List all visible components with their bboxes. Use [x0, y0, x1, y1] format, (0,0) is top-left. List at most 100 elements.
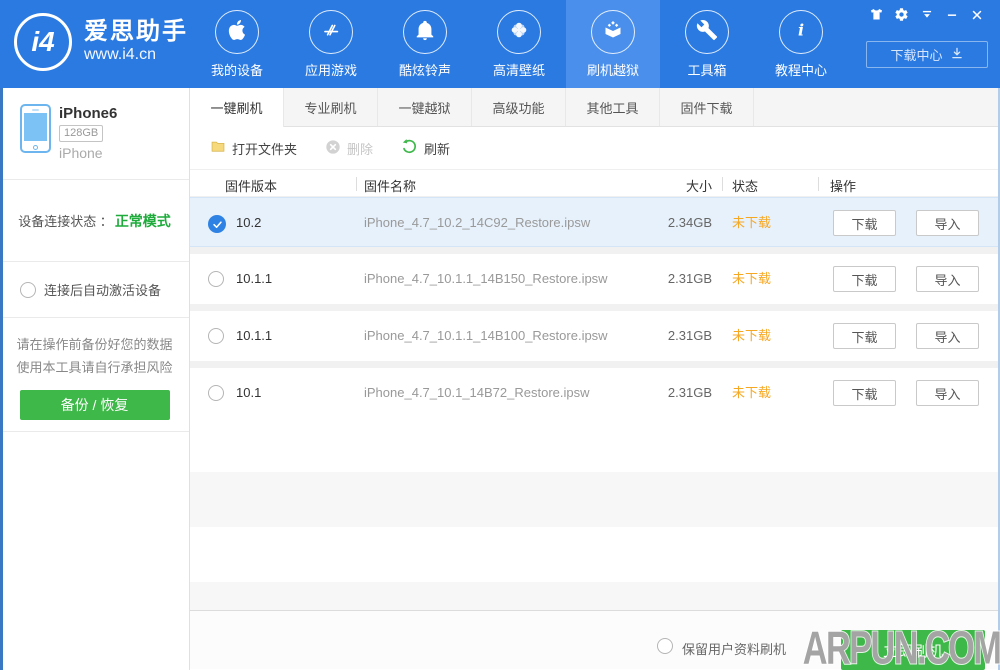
empty-area	[190, 425, 1000, 472]
auto-activate-label: 连接后自动激活设备	[44, 280, 161, 299]
info-icon: i	[789, 18, 813, 47]
warning-line-2: 使用本工具请自行承担风险	[0, 356, 189, 379]
nav-label: 高清壁纸	[493, 60, 545, 79]
folder-icon	[210, 139, 226, 157]
firmware-size: 2.31GB	[620, 254, 712, 304]
import-button[interactable]: 导入	[916, 266, 979, 292]
nav-item-tutorials[interactable]: i 教程中心	[754, 0, 848, 88]
toolbox-icon	[696, 19, 718, 46]
download-button[interactable]: 下载	[833, 210, 896, 236]
firmware-filename: iPhone_4.7_10.1_14B72_Restore.ipsw	[364, 368, 590, 418]
empty-area	[190, 527, 1000, 582]
column-header-version: 固件版本	[225, 176, 277, 195]
firmware-row[interactable]: 10.1.1 iPhone_4.7_10.1.1_14B150_Restore.…	[190, 254, 1000, 304]
firmware-radio[interactable]	[208, 385, 224, 401]
svg-text:i: i	[798, 20, 804, 39]
apple-icon	[225, 18, 249, 47]
download-center-button[interactable]: 下载中心	[866, 41, 988, 68]
nav-item-wallpapers[interactable]: 高清壁纸	[472, 0, 566, 88]
table-header: 固件版本 固件名称 大小 状态 操作	[190, 169, 1000, 197]
nav-item-flash-jailbreak[interactable]: 刷机越狱	[566, 0, 660, 88]
firmware-row[interactable]: 10.1 iPhone_4.7_10.1_14B72_Restore.ipsw …	[190, 368, 1000, 418]
window-controls	[869, 7, 984, 22]
flash-now-button[interactable]: 立即刷机	[841, 630, 985, 670]
nav-label: 工具箱	[687, 60, 726, 79]
delete-label: 删除	[347, 139, 373, 158]
main-content: 一键刷机 专业刷机 一键越狱 高级功能 其他工具 固件下载 打开文件夹 删除 刷…	[190, 88, 1000, 670]
bell-icon	[414, 19, 436, 46]
sidebar: iPhone6 128GB iPhone 设备连接状态 ： 正常模式 连接后自动…	[0, 88, 190, 670]
tab-bar: 一键刷机 专业刷机 一键越狱 高级功能 其他工具 固件下载	[190, 88, 1000, 127]
firmware-status: 未下载	[732, 254, 771, 304]
firmware-radio-selected[interactable]	[208, 215, 226, 233]
import-button[interactable]: 导入	[916, 210, 979, 236]
download-button[interactable]: 下载	[833, 323, 896, 349]
device-panel: iPhone6 128GB iPhone	[0, 88, 189, 180]
firmware-radio[interactable]	[208, 328, 224, 344]
firmware-filename: iPhone_4.7_10.1.1_14B150_Restore.ipsw	[364, 254, 608, 304]
auto-activate-radio[interactable]	[20, 282, 36, 298]
refresh-icon	[401, 138, 418, 158]
device-model: iPhone	[59, 145, 117, 161]
refresh-label: 刷新	[424, 139, 450, 158]
skin-icon[interactable]	[869, 7, 884, 22]
column-divider	[818, 177, 819, 191]
minimize-icon[interactable]	[944, 7, 959, 22]
app-title: 爱思助手	[84, 19, 188, 45]
firmware-size: 2.34GB	[620, 198, 712, 248]
auto-activate-option[interactable]: 连接后自动激活设备	[0, 262, 189, 318]
column-header-status: 状态	[732, 176, 758, 195]
appstore-icon	[319, 18, 343, 47]
window-frame-left	[0, 88, 3, 670]
nav-item-my-devices[interactable]: 我的设备	[190, 0, 284, 88]
tab-one-key-jailbreak[interactable]: 一键越狱	[378, 88, 472, 126]
empty-area	[190, 582, 1000, 610]
nav-item-apps-games[interactable]: 应用游戏	[284, 0, 378, 88]
import-button[interactable]: 导入	[916, 323, 979, 349]
toolbar: 打开文件夹 删除 刷新	[190, 127, 1000, 169]
logo-i4-icon: i4	[14, 13, 72, 71]
firmware-size: 2.31GB	[620, 311, 712, 361]
warning-panel: 请在操作前备份好您的数据 使用本工具请自行承担风险 备份 / 恢复	[0, 318, 189, 432]
nav-item-toolbox[interactable]: 工具箱	[660, 0, 754, 88]
firmware-size: 2.31GB	[620, 368, 712, 418]
wallpaper-icon	[507, 18, 531, 47]
download-button[interactable]: 下载	[833, 380, 896, 406]
firmware-radio[interactable]	[208, 271, 224, 287]
device-name: iPhone6	[59, 105, 117, 122]
menu-icon[interactable]	[919, 7, 934, 22]
tab-one-key-flash[interactable]: 一键刷机	[190, 88, 284, 127]
tab-other-tools[interactable]: 其他工具	[566, 88, 660, 126]
column-divider	[722, 177, 723, 191]
firmware-row[interactable]: 10.2 iPhone_4.7_10.2_14C92_Restore.ipsw …	[190, 197, 1000, 247]
firmware-list: 10.2 iPhone_4.7_10.2_14C92_Restore.ipsw …	[190, 197, 1000, 418]
nav-label: 教程中心	[775, 60, 827, 79]
tab-firmware-download[interactable]: 固件下载	[660, 88, 754, 126]
backup-restore-button[interactable]: 备份 / 恢复	[20, 390, 170, 420]
column-header-actions: 操作	[830, 176, 856, 195]
keep-user-data-label: 保留用户资料刷机	[682, 639, 786, 658]
iphone-icon	[20, 104, 51, 153]
download-button[interactable]: 下载	[833, 266, 896, 292]
firmware-version: 10.1.1	[236, 311, 272, 361]
close-icon[interactable]	[969, 7, 984, 22]
keep-user-data-radio[interactable]	[657, 638, 673, 654]
firmware-filename: iPhone_4.7_10.1.1_14B100_Restore.ipsw	[364, 311, 608, 361]
tab-advanced[interactable]: 高级功能	[472, 88, 566, 126]
firmware-filename: iPhone_4.7_10.2_14C92_Restore.ipsw	[364, 198, 590, 248]
refresh-button[interactable]: 刷新	[401, 138, 450, 158]
firmware-row[interactable]: 10.1.1 iPhone_4.7_10.1.1_14B100_Restore.…	[190, 311, 1000, 361]
nav-label: 酷炫铃声	[399, 60, 451, 79]
tab-pro-flash[interactable]: 专业刷机	[284, 88, 378, 126]
import-button[interactable]: 导入	[916, 380, 979, 406]
open-folder-button[interactable]: 打开文件夹	[210, 139, 297, 158]
firmware-status: 未下载	[732, 311, 771, 361]
delete-button[interactable]: 删除	[325, 139, 373, 158]
settings-gear-icon[interactable]	[894, 7, 909, 22]
warning-line-1: 请在操作前备份好您的数据	[0, 333, 189, 356]
app-header: i4 爱思助手 www.i4.cn 我的设备 应用游戏 酷炫铃声	[0, 0, 1000, 88]
nav-item-ringtones[interactable]: 酷炫铃声	[378, 0, 472, 88]
download-icon	[950, 46, 964, 63]
firmware-version: 10.1	[236, 368, 261, 418]
connection-status-label: 设备连接状态 ：	[18, 211, 113, 230]
